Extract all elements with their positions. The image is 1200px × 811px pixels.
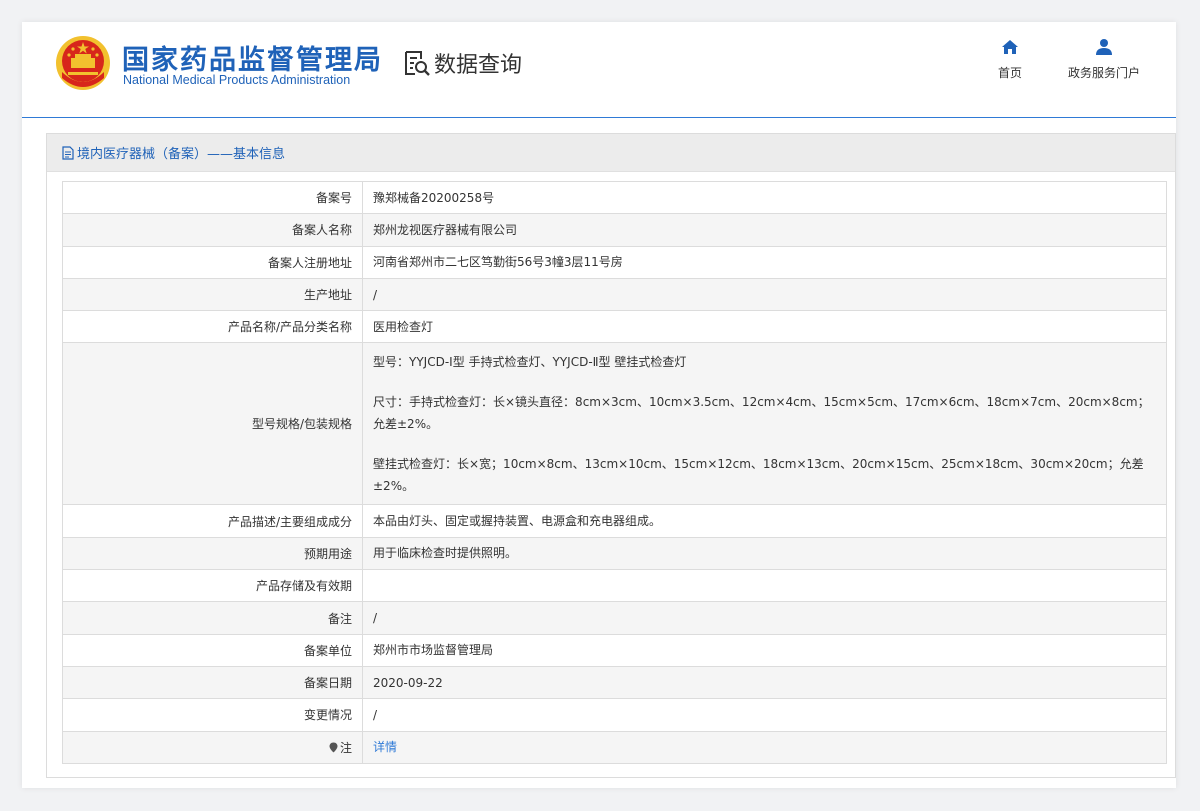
row-value: 医用检查灯 — [362, 310, 1167, 344]
row-label: 产品描述/主要组成成分 — [62, 504, 363, 538]
table-row: 产品名称/产品分类名称 医用检查灯 — [62, 310, 1167, 344]
nav-home-label: 首页 — [997, 66, 1022, 80]
table-row: 变更情况 / — [62, 698, 1167, 732]
row-label: 型号规格/包装规格 — [62, 342, 363, 506]
note-label: 注 — [339, 740, 352, 755]
table-row: 备案号 豫郑械备20200258号 — [62, 180, 1167, 215]
row-label: 备注 — [62, 601, 363, 635]
row-value-multiline: 型号：YYJCD-Ⅰ型 手持式检查灯、YYJCD-Ⅱ型 壁挂式检查灯 尺寸：手持… — [362, 342, 1167, 506]
note-value-cell: 详情 — [362, 730, 1167, 764]
org-name-en: National Medical Products Administration — [123, 73, 351, 87]
details-link[interactable]: 详情 — [373, 740, 397, 754]
row-value — [362, 569, 1167, 603]
table-row: 预期用途 用于临床检查时提供照明。 — [62, 536, 1167, 571]
table-row: 生产地址 / — [62, 277, 1167, 312]
spec-model-line: 型号：YYJCD-Ⅰ型 手持式检查灯、YYJCD-Ⅱ型 壁挂式检查灯 — [373, 354, 687, 369]
note-label-cell: 注 — [62, 730, 363, 764]
page-container: 国家药品监督管理局 National Medical Products Admi… — [22, 22, 1176, 788]
nav-home[interactable]: 首页 — [990, 38, 1030, 81]
table-row: 产品描述/主要组成成分 本品由灯头、固定或握持装置、电源盒和充电器组成。 — [62, 504, 1167, 538]
user-icon — [1096, 39, 1112, 55]
info-panel: 境内医疗器械（备案）——基本信息 备案号 豫郑械备20200258号 备案人名称… — [46, 133, 1176, 778]
national-emblem-icon — [56, 36, 110, 90]
table-row: 备注 / — [62, 601, 1167, 635]
row-label: 产品存储及有效期 — [62, 569, 363, 603]
row-value: / — [362, 698, 1167, 732]
document-search-icon — [405, 51, 430, 76]
table-row: 产品存储及有效期 — [62, 569, 1167, 603]
nav-portal-label: 政务服务门户 — [1067, 66, 1140, 80]
table-row: 注 详情 — [62, 730, 1167, 764]
row-value: 郑州市市场监督管理局 — [362, 633, 1167, 667]
row-value: 本品由灯头、固定或握持装置、电源盒和充电器组成。 — [362, 504, 1167, 538]
table-row: 备案单位 郑州市市场监督管理局 — [62, 633, 1167, 667]
query-label: 数据查询 — [434, 53, 523, 78]
record-table: 备案号 豫郑械备20200258号 备案人名称 郑州龙视医疗器械有限公司 备案人… — [62, 180, 1167, 764]
row-label: 生产地址 — [62, 277, 363, 312]
row-value: 河南省郑州市二七区笃勤街56号3幢3层11号房 — [362, 245, 1167, 279]
table-row: 备案人名称 郑州龙视医疗器械有限公司 — [62, 213, 1167, 247]
row-value: 豫郑械备20200258号 — [362, 180, 1167, 215]
map-pin-icon — [329, 742, 338, 753]
row-value: 用于临床检查时提供照明。 — [362, 536, 1167, 571]
panel-title: 境内医疗器械（备案）——基本信息 — [77, 147, 286, 162]
row-label: 备案单位 — [62, 633, 363, 667]
row-value: / — [362, 601, 1167, 635]
row-label: 预期用途 — [62, 536, 363, 571]
spec-handheld-line: 尺寸：手持式检查灯：长×镜头直径：8cm×3cm、10cm×3.5cm、12cm… — [373, 394, 1150, 431]
table-row: 备案日期 2020-09-22 — [62, 665, 1167, 700]
home-icon — [1002, 40, 1018, 54]
table-row: 备案人注册地址 河南省郑州市二七区笃勤街56号3幢3层11号房 — [62, 245, 1167, 279]
panel-header: 境内医疗器械（备案）——基本信息 — [47, 134, 1175, 172]
row-label: 备案号 — [62, 180, 363, 215]
row-label: 备案人注册地址 — [62, 245, 363, 279]
spec-wall-line: 壁挂式检查灯：长×宽；10cm×8cm、13cm×10cm、15cm×12cm、… — [373, 456, 1144, 493]
org-name-cn: 国家药品监督管理局 — [122, 45, 383, 76]
row-label: 备案人名称 — [62, 213, 363, 247]
row-value: / — [362, 277, 1167, 312]
table-row: 型号规格/包装规格 型号：YYJCD-Ⅰ型 手持式检查灯、YYJCD-Ⅱ型 壁挂… — [62, 342, 1167, 506]
row-label: 产品名称/产品分类名称 — [62, 310, 363, 344]
data-query-title: 数据查询 — [402, 46, 522, 80]
nav-portal[interactable]: 政务服务门户 — [1056, 38, 1152, 81]
row-value: 2020-09-22 — [362, 665, 1167, 700]
row-label: 备案日期 — [62, 665, 363, 700]
site-header: 国家药品监督管理局 National Medical Products Admi… — [22, 22, 1176, 118]
document-icon — [62, 145, 74, 160]
row-value: 郑州龙视医疗器械有限公司 — [362, 213, 1167, 247]
row-label: 变更情况 — [62, 698, 363, 732]
